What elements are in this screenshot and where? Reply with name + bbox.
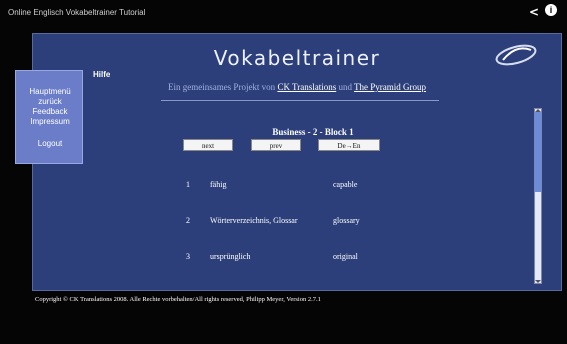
vocab-english: capable bbox=[333, 180, 358, 189]
direction-toggle-button[interactable]: De→En bbox=[318, 139, 380, 151]
main-menu: Hauptmenü zurück Feedback Impressum Logo… bbox=[15, 70, 83, 164]
ck-translations-link[interactable]: CK Translations bbox=[277, 82, 336, 92]
info-icon[interactable]: i bbox=[545, 4, 557, 16]
app-window: Vokabeltrainer Hilfe Ein gemeinsames Pro… bbox=[32, 33, 562, 291]
ck-logo-icon bbox=[495, 44, 537, 66]
scroll-down-icon[interactable] bbox=[535, 280, 541, 283]
vocab-english: original bbox=[333, 252, 358, 261]
subtitle: Ein gemeinsames Projekt von CK Translati… bbox=[33, 82, 561, 92]
vocab-number: 1 bbox=[186, 180, 190, 189]
share-icon[interactable]: < bbox=[529, 5, 539, 19]
pyramid-group-link[interactable]: The Pyramid Group bbox=[354, 82, 426, 92]
copyright-text: Copyright © CK Translations 2008. Alle R… bbox=[35, 296, 321, 303]
block-title: Business - 2 - Block 1 bbox=[272, 127, 354, 137]
app-title: Vokabeltrainer bbox=[213, 46, 381, 70]
help-link[interactable]: Hilfe bbox=[93, 70, 110, 79]
menu-item-impressum[interactable]: Impressum bbox=[16, 117, 84, 126]
menu-item-hauptmenu[interactable]: Hauptmenü bbox=[16, 87, 84, 96]
vocab-german: ursprünglich bbox=[210, 252, 251, 261]
scroll-thumb[interactable] bbox=[535, 112, 541, 192]
menu-item-logout[interactable]: Logout bbox=[16, 139, 84, 148]
prev-button[interactable]: prev bbox=[251, 139, 301, 151]
video-player[interactable]: Online Englisch Vokabeltrainer Tutorial … bbox=[0, 0, 567, 344]
video-title[interactable]: Online Englisch Vokabeltrainer Tutorial bbox=[8, 8, 145, 17]
next-button[interactable]: next bbox=[183, 139, 233, 151]
vocab-number: 2 bbox=[186, 216, 190, 225]
subtitle-prefix: Ein gemeinsames Projekt von bbox=[167, 82, 276, 92]
vocab-german: fähig bbox=[210, 180, 227, 189]
subtitle-and: und bbox=[338, 82, 352, 92]
vocab-german: Wörterverzeichnis, Glossar bbox=[210, 216, 298, 225]
vocab-scrollbar[interactable] bbox=[534, 108, 542, 284]
menu-item-feedback[interactable]: Feedback bbox=[16, 107, 84, 116]
divider bbox=[161, 100, 439, 101]
vocab-number: 3 bbox=[186, 252, 190, 261]
menu-item-zuruck[interactable]: zurück bbox=[16, 97, 84, 106]
vocab-english: glossary bbox=[333, 216, 360, 225]
